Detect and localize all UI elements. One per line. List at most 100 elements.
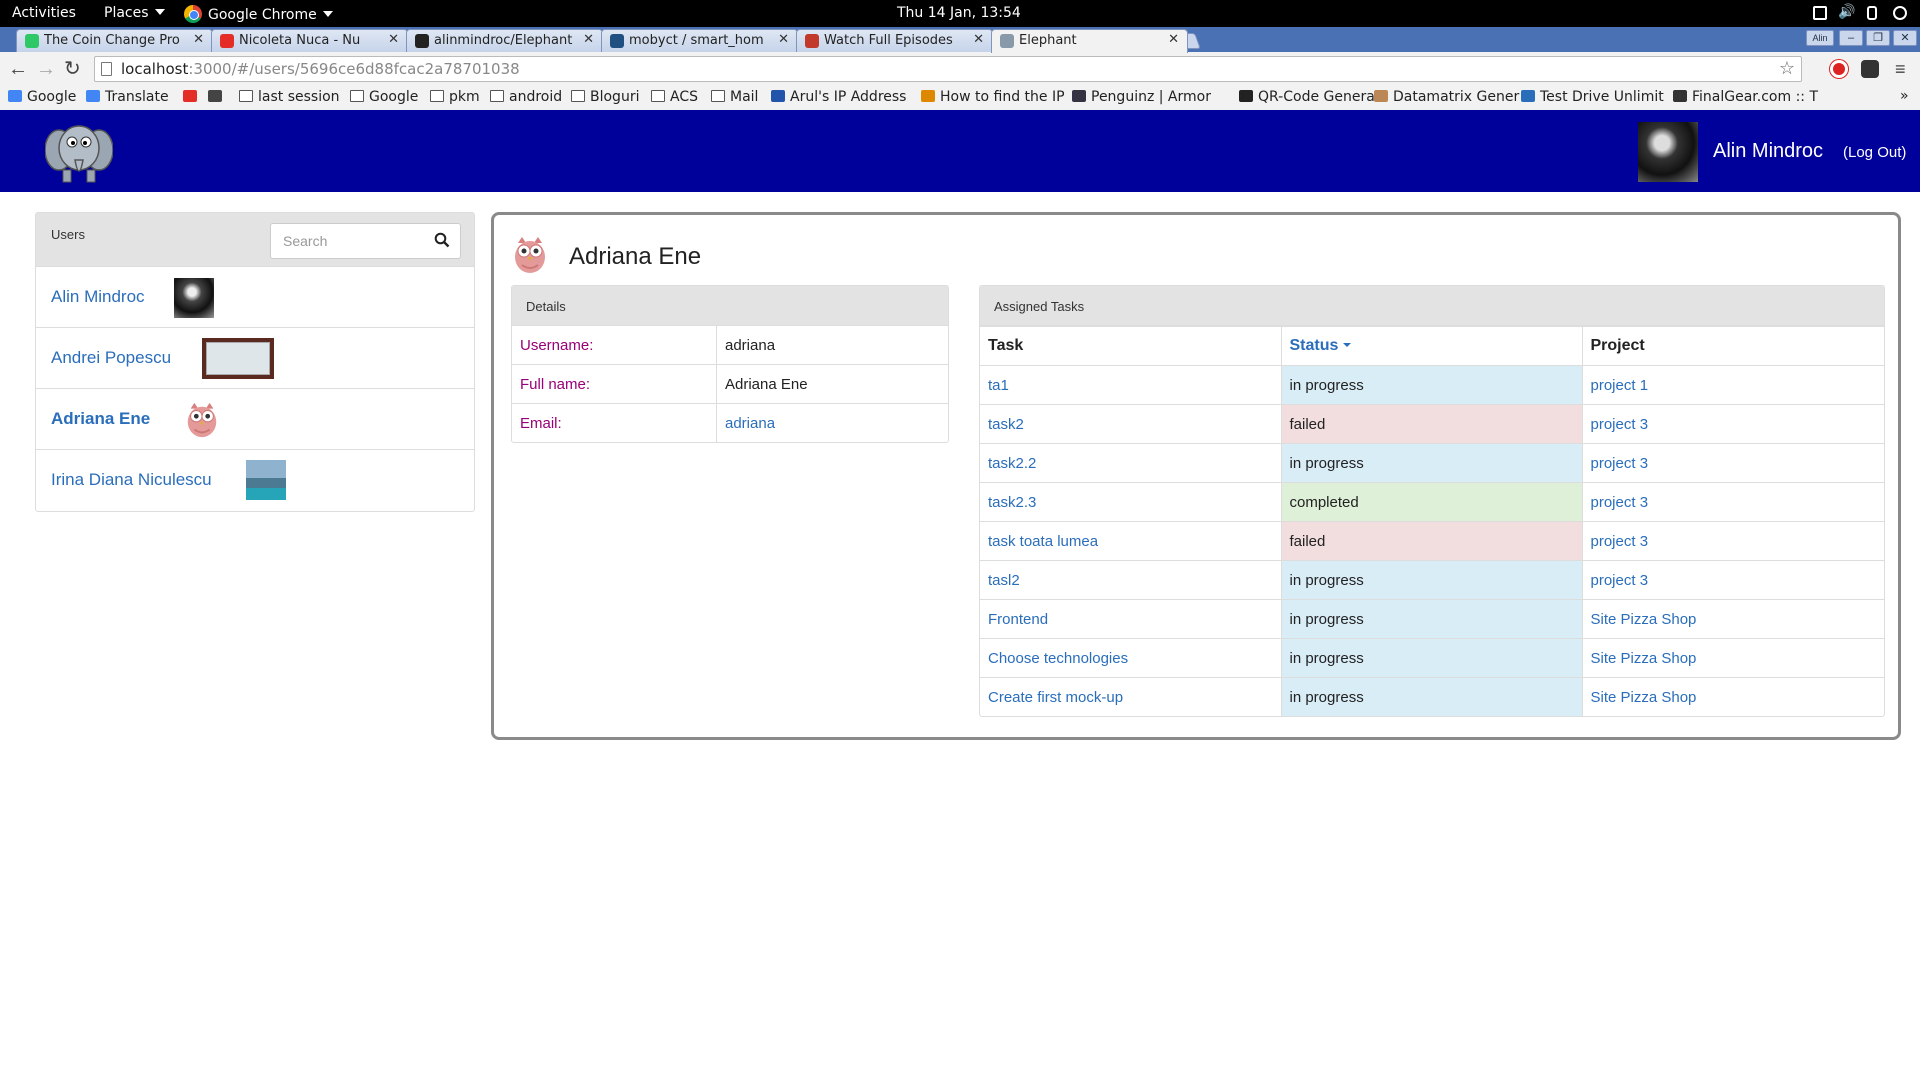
project-link[interactable]: Site Pizza Shop <box>1582 677 1884 716</box>
bookmark-item[interactable]: QR-Code Generat <box>1239 89 1380 105</box>
user-name-link[interactable]: Andrei Popescu <box>51 348 171 368</box>
sort-caret-icon <box>1343 343 1352 347</box>
bookmark-item[interactable]: last session <box>239 89 340 105</box>
bookmark-item[interactable]: Test Drive Unlimit <box>1521 89 1664 105</box>
project-link[interactable]: project 3 <box>1582 482 1884 522</box>
search-input[interactable] <box>271 224 431 258</box>
project-link[interactable]: project 3 <box>1582 560 1884 600</box>
task-link[interactable]: task2 <box>980 404 1282 444</box>
project-link[interactable]: project 3 <box>1582 404 1884 444</box>
user-name-link[interactable]: Adriana Ene <box>51 409 150 429</box>
user-avatar[interactable] <box>174 278 214 318</box>
project-link[interactable]: project 3 <box>1582 521 1884 561</box>
user-avatar[interactable] <box>202 338 274 379</box>
power-icon[interactable] <box>1893 6 1907 20</box>
activities-button[interactable]: Activities <box>12 5 76 21</box>
table-row: task2 failed project 3 <box>980 404 1884 444</box>
maximize-icon[interactable]: ❐ <box>1866 30 1890 46</box>
project-link[interactable]: project 1 <box>1582 365 1884 405</box>
user-name-link[interactable]: Irina Diana Niculescu <box>51 470 212 490</box>
bookmark-item[interactable] <box>208 89 227 105</box>
forward-arrow-icon[interactable]: → <box>36 59 56 79</box>
ip-icon <box>771 90 785 102</box>
column-header-label: Task <box>988 337 1024 354</box>
close-tab-icon[interactable]: ✕ <box>778 32 789 47</box>
volume-icon[interactable]: 🔊 <box>1838 4 1855 20</box>
close-tab-icon[interactable]: ✕ <box>388 32 399 47</box>
bookmark-star-icon[interactable]: ☆ <box>1779 57 1795 81</box>
app-menu[interactable]: Google Chrome <box>184 5 333 23</box>
task-link[interactable]: Create first mock-up <box>980 677 1282 716</box>
browser-tab[interactable]: The Coin Change Pro ✕ <box>16 29 213 52</box>
project-link[interactable]: project 3 <box>1582 443 1884 483</box>
browser-tab[interactable]: Watch Full Episodes ✕ <box>796 29 993 52</box>
more-bookmarks-icon[interactable]: » <box>1900 88 1909 104</box>
task-link[interactable]: Choose technologies <box>980 638 1282 678</box>
browser-tab[interactable]: alinmindroc/Elephant ✕ <box>406 29 603 52</box>
bookmark-item[interactable]: FinalGear.com :: T <box>1673 89 1818 105</box>
browser-tab[interactable]: mobyct / smart_hom ✕ <box>601 29 798 52</box>
elephant-logo-icon[interactable] <box>45 120 113 184</box>
close-window-icon[interactable]: ✕ <box>1893 30 1917 46</box>
bookmark-label: FinalGear.com :: T <box>1692 89 1819 105</box>
workspace-icon[interactable] <box>1813 6 1827 20</box>
pocket-icon[interactable] <box>1861 60 1879 78</box>
places-menu[interactable]: Places <box>104 5 165 21</box>
bookmark-item[interactable]: ACS <box>651 89 698 105</box>
clock[interactable]: Thu 14 Jan, 13:54 <box>897 5 1021 21</box>
bookmark-item[interactable]: Mail <box>711 89 758 105</box>
bookmark-item[interactable]: android <box>490 89 562 105</box>
close-tab-icon[interactable]: ✕ <box>193 32 204 47</box>
bookmark-item[interactable]: Datamatrix Gener <box>1374 89 1519 105</box>
user-list-item[interactable]: Irina Diana Niculescu <box>36 450 474 511</box>
user-list-item[interactable]: Andrei Popescu <box>36 328 474 389</box>
profile-badge[interactable]: Alin <box>1806 30 1834 46</box>
task-link[interactable]: ta1 <box>980 365 1282 405</box>
bookmark-item[interactable]: pkm <box>430 89 480 105</box>
address-bar[interactable]: localhost:3000/#/users/5696ce6d88fcac2a7… <box>94 56 1802 82</box>
bookmark-item[interactable]: How to find the IP <box>921 89 1065 105</box>
browser-tab[interactable]: Elephant ✕ <box>991 29 1188 53</box>
bookmark-item[interactable]: Translate <box>86 89 169 105</box>
adblock-icon[interactable] <box>1830 60 1848 78</box>
bookmark-item[interactable]: Google <box>8 89 76 105</box>
logout-link[interactable]: (Log Out) <box>1843 144 1906 161</box>
battery-icon[interactable] <box>1867 6 1877 20</box>
current-user-name[interactable]: Alin Mindroc <box>1713 140 1823 163</box>
bookmark-item[interactable] <box>183 89 202 105</box>
bookmark-item[interactable]: Penguinz | Armor <box>1072 89 1211 105</box>
task-link[interactable]: task toata lumea <box>980 521 1282 561</box>
search-icon[interactable] <box>434 232 450 248</box>
user-name-link[interactable]: Alin Mindroc <box>51 287 145 307</box>
reload-icon[interactable]: ↻ <box>64 59 81 79</box>
table-header-row: Task Status Project <box>980 326 1884 366</box>
column-header-status[interactable]: Status <box>1281 326 1583 366</box>
task-link[interactable]: tasl2 <box>980 560 1282 600</box>
bookmark-label: Bloguri <box>590 89 640 105</box>
project-link[interactable]: Site Pizza Shop <box>1582 599 1884 639</box>
close-tab-icon[interactable]: ✕ <box>583 32 594 47</box>
user-list-item[interactable]: Alin Mindroc <box>36 267 474 328</box>
column-header-task[interactable]: Task <box>980 326 1282 366</box>
bookmark-item[interactable]: Google <box>350 89 418 105</box>
close-tab-icon[interactable]: ✕ <box>1168 32 1179 47</box>
task-link[interactable]: task2.2 <box>980 443 1282 483</box>
bookmark-item[interactable]: Bloguri <box>571 89 639 105</box>
user-avatar[interactable] <box>246 460 286 500</box>
close-tab-icon[interactable]: ✕ <box>973 32 984 47</box>
project-link[interactable]: Site Pizza Shop <box>1582 638 1884 678</box>
bookmark-item[interactable]: Arul's IP Address <box>771 89 906 105</box>
user-list-item[interactable]: Adriana Ene <box>36 389 474 450</box>
browser-tab[interactable]: Nicoleta Nuca - Nu ✕ <box>211 29 408 52</box>
email-link[interactable]: adriana <box>725 415 775 432</box>
task-link[interactable]: Frontend <box>980 599 1282 639</box>
back-arrow-icon[interactable]: ← <box>8 59 28 79</box>
menu-icon[interactable]: ≡ <box>1895 59 1906 79</box>
folder-icon <box>350 90 364 102</box>
owl-avatar-icon[interactable] <box>184 401 220 439</box>
current-user-avatar[interactable] <box>1638 122 1698 182</box>
assigned-tasks-panel: Assigned Tasks Task Status Project ta1 in… <box>979 285 1885 717</box>
task-link[interactable]: task2.3 <box>980 482 1282 522</box>
column-header-project[interactable]: Project <box>1582 326 1884 366</box>
minimize-icon[interactable]: – <box>1839 30 1863 46</box>
